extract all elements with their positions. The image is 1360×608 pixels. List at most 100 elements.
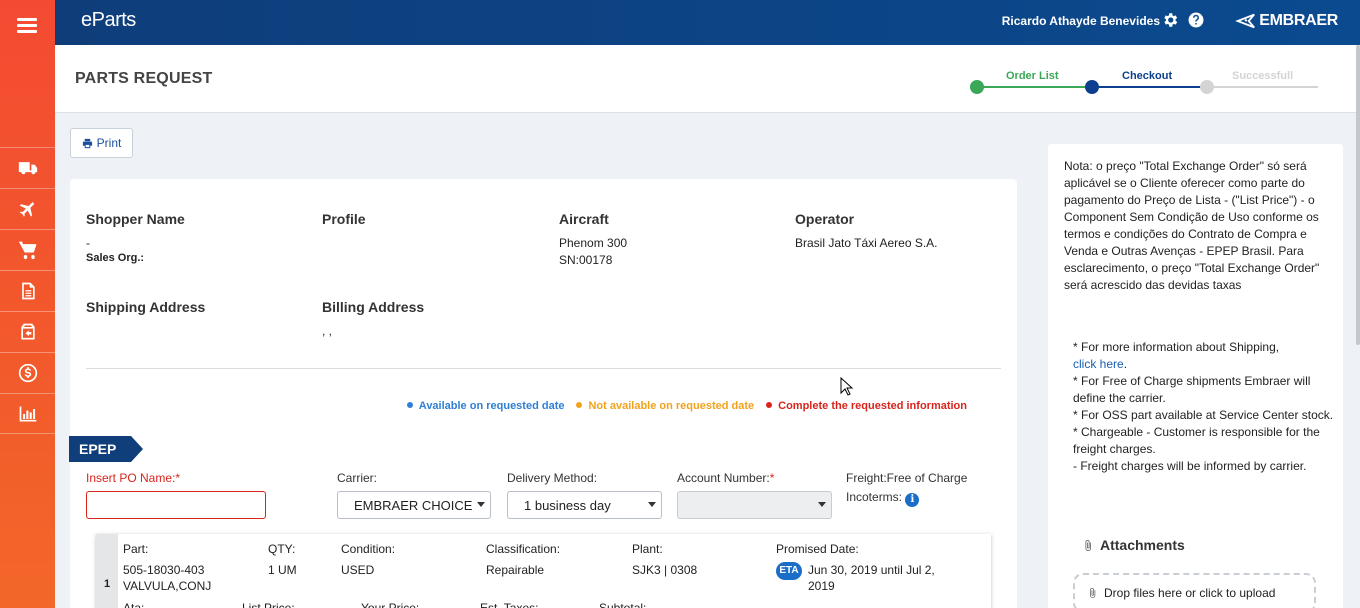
legend-complete-info: Complete the requested information	[766, 400, 967, 412]
shipping-line: * For Free of Charge shipments Embraer w…	[1073, 374, 1311, 405]
shipping-info-link[interactable]: click here	[1073, 357, 1124, 371]
classification-cell: Classification: Repairable	[486, 542, 561, 577]
shipping-address-label: Shipping Address	[86, 299, 206, 315]
qty-value: 1 UM	[268, 563, 297, 577]
logo-text: EMBRAER	[1259, 12, 1338, 29]
sales-org-label: Sales Org.:	[86, 252, 145, 264]
sidebar	[0, 0, 55, 608]
print-label: Print	[96, 136, 122, 150]
page-header: PARTS REQUEST Order List Checkout Succes…	[55, 45, 1360, 113]
step-dot-checkout	[1085, 80, 1099, 94]
promised-date-cell: Promised Date: ETA Jun 30, 2019 until Ju…	[776, 541, 956, 594]
sidebar-nav	[0, 147, 55, 434]
page-scrollbar[interactable]	[1356, 45, 1360, 345]
aircraft-serial: SN:00178	[559, 253, 613, 267]
condition-value: USED	[341, 563, 375, 577]
billing-block: Billing Address , ,	[322, 299, 424, 340]
print-button[interactable]: Print	[70, 128, 133, 158]
divider	[86, 368, 1001, 369]
truck-icon	[18, 162, 37, 175]
carrier-value: EMBRAER CHOICE	[354, 498, 473, 513]
shipping-line: - Freight charges will be informed by ca…	[1073, 459, 1307, 473]
paperclip-icon	[1090, 587, 1096, 599]
po-name-label: Insert PO Name:*	[86, 471, 181, 485]
shipping-line: * For OSS part available at Service Cent…	[1073, 408, 1334, 422]
aircraft-model: Phenom 300	[559, 236, 628, 250]
classification-value: Repairable	[486, 563, 545, 577]
aircraft-block: Aircraft Phenom 300 SN:00178	[559, 211, 627, 269]
freight-info: Freight:Free of Charge	[846, 471, 968, 485]
carrier-select[interactable]: EMBRAER CHOICE	[337, 491, 491, 519]
info-icon[interactable]: i	[905, 493, 920, 507]
shipping-intro: * For more information about Shipping, c…	[1073, 340, 1280, 371]
sidebar-item-document[interactable]	[0, 270, 55, 311]
document-icon	[21, 282, 35, 300]
app-brand[interactable]: eParts	[81, 9, 136, 32]
shopper-block: Shopper Name - Sales Org.:	[86, 211, 185, 264]
delivery-method-label: Delivery Method:	[507, 471, 598, 485]
user-name[interactable]: Ricardo Athayde Benevides	[1002, 14, 1160, 28]
delivery-method-value: 1 business day	[524, 498, 611, 513]
step-line-current	[1092, 86, 1207, 88]
step-line-pending	[1207, 86, 1318, 88]
operator-block: Operator Brasil Jato Táxi Aereo S.A.	[795, 211, 938, 252]
top-bar: eParts Ricardo Athayde Benevides EMBRAER	[55, 0, 1360, 45]
bar-chart-icon	[19, 406, 36, 421]
pricing-note: Nota: o preço "Total Exchange Order" só …	[1064, 159, 1320, 292]
eta-badge: ETA	[776, 562, 802, 580]
paperclip-icon	[1085, 539, 1091, 551]
drop-zone-text: Drop files here or click to upload	[1104, 586, 1276, 600]
account-number-select[interactable]	[677, 491, 832, 519]
item-index: 1	[96, 534, 118, 608]
incoterms-label: Incoterms: i	[846, 490, 920, 507]
part-name: VALVULA,CONJ	[123, 579, 212, 593]
shipping-line: * Chargeable - Customer is responsible f…	[1073, 425, 1320, 456]
availability-legend: Available on requested date Not availabl…	[406, 400, 967, 412]
po-name-input[interactable]	[86, 491, 266, 519]
legend-available: Available on requested date	[406, 400, 564, 412]
billing-address-value: , ,	[322, 324, 333, 338]
est-taxes-label: Est. Taxes:	[480, 601, 539, 608]
step-label-successfull: Successfull	[1232, 70, 1294, 82]
step-label-order-list[interactable]: Order List	[1006, 70, 1059, 82]
help-icon[interactable]	[1187, 11, 1205, 29]
file-drop-zone[interactable]: Drop files here or click to upload	[1073, 573, 1316, 608]
operator-value: Brasil Jato Táxi Aereo S.A.	[795, 236, 938, 250]
gear-icon[interactable]	[1161, 11, 1179, 29]
your-price-label: Your Price:	[361, 601, 420, 608]
sidebar-item-aircraft[interactable]	[0, 188, 55, 229]
condition-cell: Condition: USED	[341, 542, 396, 577]
hamburger-menu-icon[interactable]	[17, 18, 37, 36]
carrier-label: Carrier:	[337, 471, 378, 485]
qty-cell: QTY: 1 UM	[268, 542, 297, 577]
plant-value: SJK3 | 0308	[632, 563, 698, 577]
shipping-block: Shipping Address	[86, 299, 205, 323]
shipping-info: * For more information about Shipping, c…	[1073, 339, 1335, 475]
step-dot-order-list[interactable]	[970, 80, 984, 94]
sidebar-item-returns[interactable]	[0, 311, 55, 352]
attachments-heading: Attachments	[1082, 537, 1185, 553]
delivery-method-select[interactable]: 1 business day	[507, 491, 662, 519]
sidebar-item-reports[interactable]	[0, 393, 55, 434]
printer-icon	[82, 138, 92, 148]
section-tag-epep: EPEP	[69, 436, 143, 462]
plant-cell: Plant: SJK3 | 0308	[632, 542, 698, 577]
checkout-stepper: Order List Checkout Successfull	[970, 67, 1320, 97]
sidebar-item-finance[interactable]	[0, 352, 55, 393]
account-number-label: Account Number:*	[677, 471, 775, 485]
sidebar-item-truck[interactable]	[0, 147, 55, 188]
sidebar-item-cart[interactable]	[0, 229, 55, 270]
order-item: 1 Part: 505-18030-403 VALVULA,CONJ QTY: …	[96, 534, 991, 608]
package-return-icon	[20, 323, 35, 340]
legend-not-available: Not available on requested date	[576, 400, 754, 412]
mouse-cursor-icon	[840, 377, 854, 396]
step-label-checkout: Checkout	[1122, 70, 1173, 82]
embraer-arrow-icon	[1235, 13, 1256, 29]
operator-label: Operator	[795, 211, 855, 227]
step-line-done	[977, 86, 1092, 88]
ata-label: Ata:	[123, 601, 145, 608]
shopper-name-label: Shopper Name	[86, 211, 185, 227]
billing-address-label: Billing Address	[322, 299, 425, 315]
shopper-name-value: -	[86, 236, 90, 250]
profile-label: Profile	[322, 211, 366, 227]
